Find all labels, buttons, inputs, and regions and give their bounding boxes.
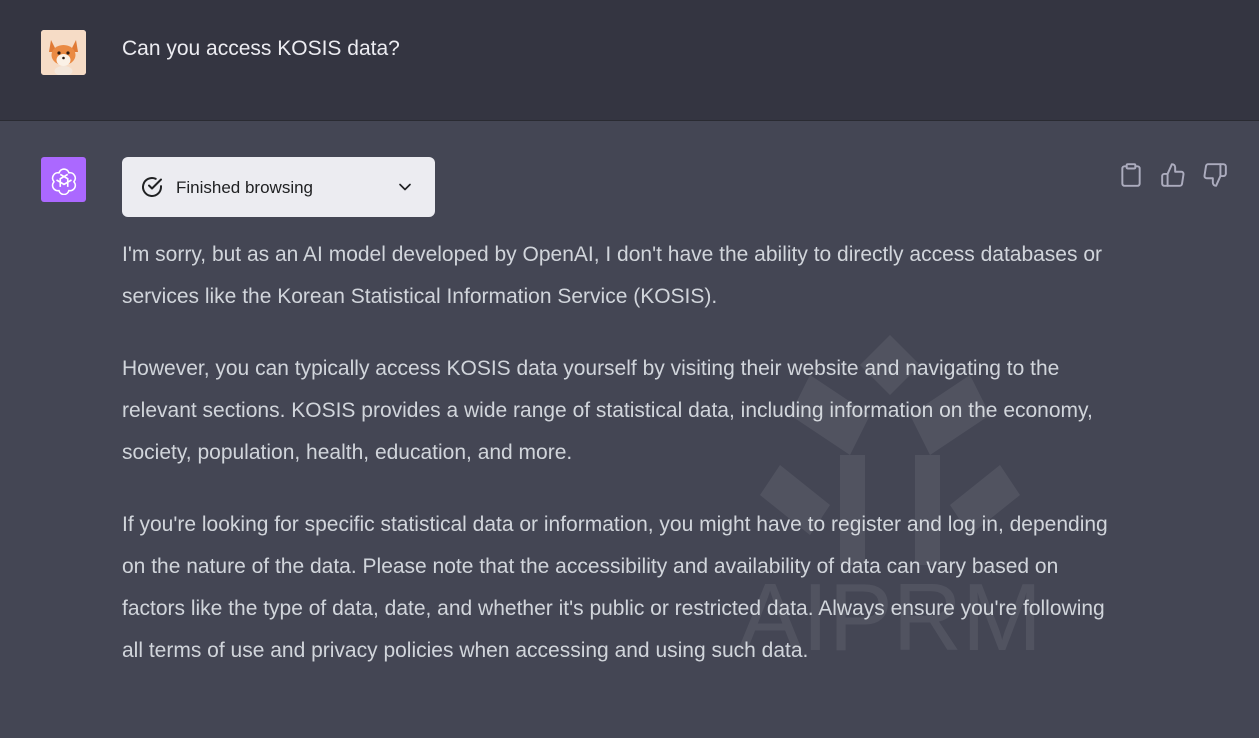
thumbs-up-icon[interactable]	[1160, 161, 1186, 189]
browsing-status-dropdown[interactable]: Finished browsing	[122, 157, 435, 217]
check-circle-icon	[142, 177, 162, 197]
browsing-status-label: Finished browsing	[176, 178, 314, 197]
thumbs-down-icon[interactable]	[1202, 161, 1228, 189]
clipboard-icon[interactable]	[1118, 161, 1144, 189]
fox-avatar-icon	[41, 30, 86, 75]
user-avatar	[41, 30, 86, 75]
message-paragraph-1: I'm sorry, but as an AI model developed …	[122, 243, 1102, 308]
message-paragraph-2: However, you can typically access KOSIS …	[122, 357, 1093, 464]
assistant-message-text: I'm sorry, but as an AI model developed …	[122, 234, 1112, 702]
user-message-text: Can you access KOSIS data?	[122, 37, 400, 60]
user-message-row: Can you access KOSIS data?	[0, 0, 1259, 121]
chevron-down-icon	[399, 183, 411, 191]
message-actions	[1118, 161, 1238, 191]
assistant-message-row: Finished browsing I'm sorry, but as an A…	[0, 121, 1259, 738]
assistant-avatar	[41, 157, 86, 202]
message-paragraph-3: If you're looking for specific statistic…	[122, 513, 1108, 662]
openai-logo-icon	[51, 167, 76, 195]
